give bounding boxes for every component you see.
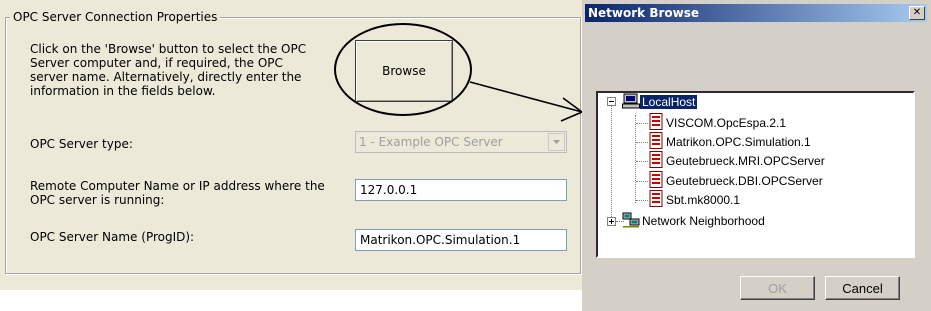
tree-node-opc-server[interactable]: VISCOM.OpcEspa.2.1 (648, 113, 788, 133)
tree-connector (636, 181, 648, 183)
panel-bottom-strip (0, 290, 582, 311)
dialog-titlebar[interactable]: Network Browse ✕ (585, 4, 927, 22)
opc-server-icon (648, 132, 664, 152)
opc-server-icon (648, 113, 664, 133)
dialog-title: Network Browse (588, 6, 699, 20)
tree-node-opc-server[interactable]: Geutebrueck.MRI.OPCServer (648, 151, 827, 171)
tree-node-opc-server[interactable]: Geutebrueck.DBI.OPCServer (648, 171, 825, 191)
cancel-button[interactable]: Cancel (825, 276, 900, 300)
tree-node-opc-server[interactable]: Matrikon.OPC.Simulation.1 (648, 132, 813, 152)
tree-node-localhost[interactable]: LocalHost (622, 93, 698, 112)
group-title: OPC Server Connection Properties (10, 10, 221, 24)
expand-toggle[interactable] (607, 217, 616, 226)
instructions-text: Click on the 'Browse' button to select t… (30, 42, 307, 98)
computer-icon (622, 93, 640, 112)
remote-computer-label: Remote Computer Name or IP address where… (30, 179, 325, 207)
tree-node-label: Geutebrueck.MRI.OPCServer (666, 154, 825, 168)
tree-connector (636, 123, 648, 125)
tree-node-label: VISCOM.OpcEspa.2.1 (666, 116, 787, 130)
collapse-toggle[interactable] (607, 97, 616, 106)
network-tree[interactable]: LocalHost VISCOM.OpcEspa.2.1 Matrikon.OP… (596, 91, 915, 258)
tree-node-label: Geutebrueck.DBI.OPCServer (666, 174, 823, 188)
remote-computer-input[interactable] (355, 179, 567, 201)
opc-server-icon (648, 190, 664, 210)
opc-server-icon (648, 151, 664, 171)
tree-connector (611, 105, 613, 221)
tree-node-opc-server[interactable]: Sbt.mk8000.1 (648, 190, 742, 210)
tree-node-label: Network Neighborhood (642, 214, 765, 228)
server-type-dropdown[interactable]: 1 - Example OPC Server (355, 131, 567, 153)
browse-button[interactable]: Browse (355, 40, 453, 102)
tree-node-network-neighborhood[interactable]: Network Neighborhood (622, 212, 767, 230)
close-icon: ✕ (912, 7, 922, 18)
tree-connector (636, 161, 648, 163)
opc-connection-panel: OPC Server Connection Properties Click o… (0, 0, 583, 311)
tree-node-label: Matrikon.OPC.Simulation.1 (666, 135, 811, 149)
server-type-label: OPC Server type: (30, 137, 133, 151)
server-type-value: 1 - Example OPC Server (359, 135, 503, 149)
network-neighborhood-icon (622, 212, 640, 231)
chevron-down-icon[interactable] (548, 133, 565, 151)
tree-connector (635, 115, 637, 203)
tree-node-label: LocalHost (640, 95, 698, 109)
tree-connector (636, 142, 648, 144)
ok-button[interactable]: OK (740, 276, 815, 300)
opc-server-icon (648, 171, 664, 191)
progid-label: OPC Server Name (ProgID): (30, 230, 195, 244)
close-button[interactable]: ✕ (909, 6, 925, 20)
progid-input[interactable] (355, 229, 567, 251)
tree-connector (636, 200, 648, 202)
network-browse-dialog: Network Browse ✕ LocalHost VISCOM.OpcEsp… (582, 0, 931, 311)
tree-node-label: Sbt.mk8000.1 (666, 193, 741, 207)
